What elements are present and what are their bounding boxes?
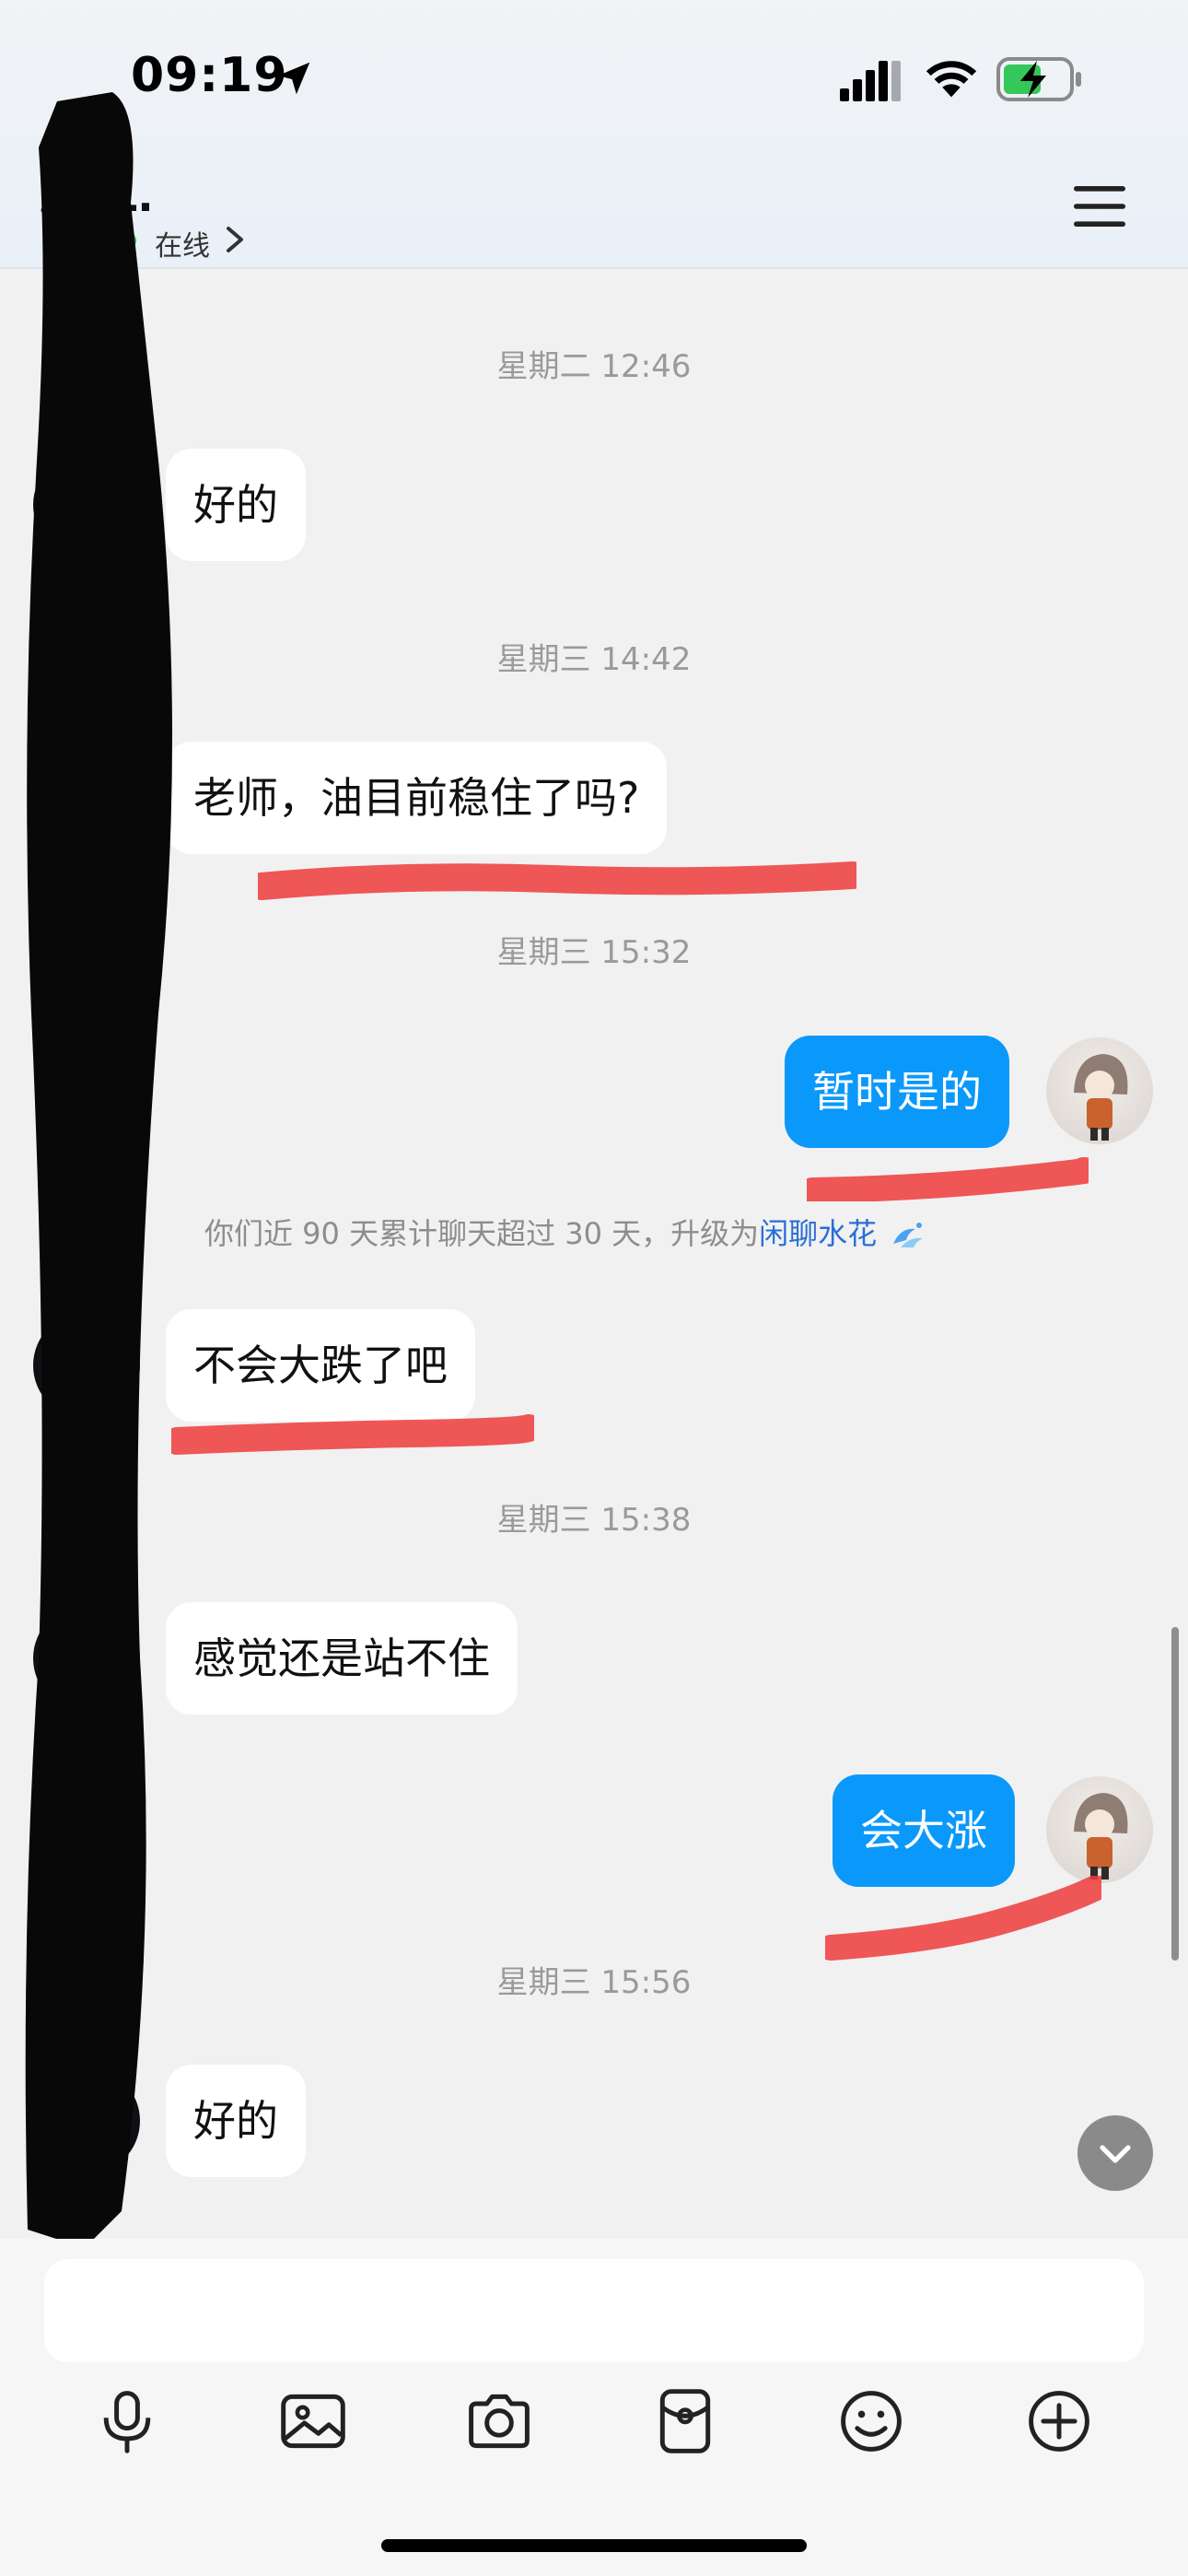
incoming-message-bubble[interactable]: 老师，油目前稳住了吗? — [166, 742, 668, 854]
redaction-scribble — [25, 92, 172, 2248]
message-input[interactable] — [44, 2259, 1144, 2362]
outgoing-message-bubble[interactable]: 会大涨 — [833, 1774, 1015, 1887]
my-avatar[interactable] — [1046, 1776, 1153, 1883]
camera-icon[interactable] — [464, 2386, 534, 2456]
red-highlight-mark — [171, 1414, 534, 1455]
scroll-to-bottom-button[interactable] — [1077, 2115, 1153, 2191]
cellular-signal-icon — [840, 61, 901, 101]
incoming-message-bubble[interactable]: 好的 — [166, 449, 306, 561]
red-highlight-mark — [258, 861, 856, 900]
system-notice: 你们近 90 天累计聊天超过 30 天，升级为闲聊水花 — [204, 1211, 926, 1253]
location-arrow-icon — [277, 62, 310, 95]
cartoon-character-icon — [1074, 1793, 1128, 1879]
menu-icon[interactable] — [1074, 184, 1125, 228]
my-avatar[interactable] — [1046, 1037, 1153, 1144]
cartoon-character-icon — [1074, 1054, 1128, 1141]
incoming-message-bubble[interactable]: 感觉还是站不住 — [166, 1602, 518, 1715]
plus-icon[interactable] — [1024, 2386, 1094, 2456]
system-notice-text: 你们近 90 天累计聊天超过 30 天，升级为 — [204, 1216, 760, 1251]
microphone-icon[interactable] — [92, 2386, 162, 2456]
chevron-down-icon — [1100, 2145, 1131, 2163]
input-area — [0, 2239, 1188, 2576]
incoming-message-bubble[interactable]: 好的 — [166, 2065, 306, 2177]
wifi-icon — [926, 61, 977, 98]
battery-charging-icon — [996, 57, 1081, 101]
scrollbar[interactable] — [1171, 1627, 1179, 1961]
water-splash-icon — [893, 1223, 924, 1247]
emoji-icon[interactable] — [836, 2386, 906, 2456]
image-icon[interactable] — [278, 2386, 348, 2456]
red-highlight-mark — [807, 1157, 1089, 1201]
home-indicator[interactable] — [381, 2539, 807, 2552]
red-packet-icon[interactable] — [650, 2386, 720, 2456]
spark-level-link[interactable]: 闲聊水花 — [759, 1216, 877, 1251]
outgoing-message-bubble[interactable]: 暂时是的 — [785, 1036, 1009, 1148]
red-highlight-mark — [825, 1876, 1101, 1961]
chevron-right-icon[interactable] — [225, 225, 245, 254]
incoming-message-bubble[interactable]: 不会大跌了吧 — [166, 1309, 475, 1422]
